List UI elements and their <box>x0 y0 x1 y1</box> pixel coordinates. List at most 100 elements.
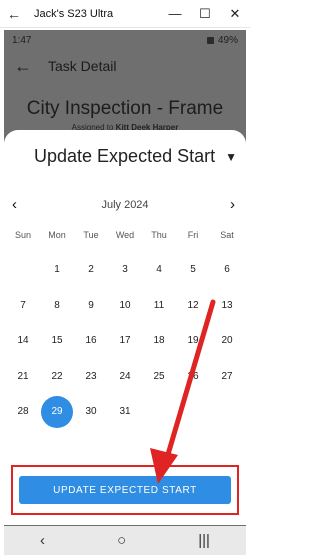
day-cell[interactable]: 19 <box>176 323 210 359</box>
day-number: 22 <box>51 370 63 382</box>
day-cell[interactable]: 1 <box>40 252 74 288</box>
weekday-label: Sun <box>14 230 31 240</box>
day-cell-selected[interactable]: 29 <box>40 394 74 430</box>
day-number: 4 <box>156 264 162 276</box>
day-number: 27 <box>221 370 233 382</box>
day-cell[interactable]: 25 <box>142 359 176 395</box>
app-title: Task Detail <box>48 58 117 74</box>
day-number: 12 <box>187 299 199 311</box>
day-number: 19 <box>187 335 199 347</box>
app-bar: ← Task Detail <box>4 50 246 82</box>
day-number: 20 <box>221 335 233 347</box>
day-cell[interactable]: 4 <box>142 252 176 288</box>
day-number: 24 <box>119 370 131 382</box>
day-number: 10 <box>119 299 131 311</box>
month-label: July 2024 <box>101 199 149 211</box>
day-cell[interactable]: 28 <box>6 394 40 430</box>
day-cell[interactable]: 21 <box>6 359 40 395</box>
day-cell[interactable]: 3 <box>108 252 142 288</box>
sheet-title: Update Expected Start <box>34 146 216 166</box>
weekday-label: Sat <box>220 230 234 240</box>
day-number: 2 <box>88 264 94 276</box>
day-number: 18 <box>153 335 165 347</box>
update-expected-start-button[interactable]: UPDATE EXPECTED START <box>19 476 231 504</box>
day-cell <box>176 394 210 430</box>
month-navigation: July 2024 ‹ › <box>4 196 246 214</box>
battery-level: 49% <box>217 34 238 46</box>
day-number: 17 <box>119 335 131 347</box>
day-number: 6 <box>224 264 230 276</box>
nav-back-icon[interactable]: ‹ <box>40 532 45 549</box>
window-titlebar: ← Jack's S23 Ultra — ☐ ✕ <box>0 0 250 28</box>
day-cell[interactable]: 24 <box>108 359 142 395</box>
day-cell[interactable]: 23 <box>74 359 108 395</box>
day-cell[interactable]: 31 <box>108 394 142 430</box>
day-number: 29 <box>41 395 73 428</box>
task-title: City Inspection - Frame <box>26 98 224 119</box>
nav-home-icon[interactable]: ○ <box>117 532 126 549</box>
nav-recents-icon[interactable]: ||| <box>198 532 210 549</box>
day-number: 16 <box>85 335 97 347</box>
day-cell[interactable]: 5 <box>176 252 210 288</box>
chevron-down-icon[interactable]: ▼ <box>225 150 237 164</box>
day-cell[interactable]: 15 <box>40 323 74 359</box>
maximize-icon[interactable]: ☐ <box>190 0 220 28</box>
weekday-label: Mon <box>48 230 66 240</box>
day-number: 3 <box>122 264 128 276</box>
day-cell <box>210 394 244 430</box>
day-number: 14 <box>17 335 29 347</box>
day-cell[interactable]: 12 <box>176 288 210 324</box>
day-number: 26 <box>187 370 199 382</box>
status-time: 1:47 <box>12 34 32 46</box>
weekday-header: Sun Mon Tue Wed Thu Fri Sat <box>6 230 244 240</box>
annotation-highlight-box: UPDATE EXPECTED START <box>11 465 239 515</box>
day-cell[interactable]: 11 <box>142 288 176 324</box>
status-bar: 1:47 49% <box>4 30 246 50</box>
day-number: 25 <box>153 370 165 382</box>
day-number: 11 <box>153 299 165 311</box>
day-cell[interactable]: 20 <box>210 323 244 359</box>
day-cell[interactable]: 10 <box>108 288 142 324</box>
day-cell[interactable]: 8 <box>40 288 74 324</box>
day-number: 23 <box>85 370 97 382</box>
chevron-right-icon[interactable]: › <box>230 196 235 214</box>
calendar-grid: 1 2 3 4 5 6 7 8 9 10 11 12 13 14 15 16 17 18 19 20 21 22 23 24 2… <box>6 252 244 430</box>
phone-screen: 1:47 49% ← Task Detail City Inspection -… <box>4 30 246 555</box>
day-cell[interactable]: 22 <box>40 359 74 395</box>
minimize-icon[interactable]: — <box>160 0 190 28</box>
window-title: Jack's S23 Ultra <box>34 7 114 20</box>
day-cell[interactable]: 16 <box>74 323 108 359</box>
weekday-label: Fri <box>187 230 199 240</box>
weekday-label: Wed <box>115 230 135 240</box>
close-icon[interactable]: ✕ <box>220 0 250 28</box>
day-cell[interactable]: 13 <box>210 288 244 324</box>
day-number: 15 <box>51 335 63 347</box>
day-cell[interactable]: 17 <box>108 323 142 359</box>
chevron-left-icon[interactable]: ‹ <box>12 196 17 214</box>
day-cell[interactable]: 6 <box>210 252 244 288</box>
day-cell[interactable]: 7 <box>6 288 40 324</box>
day-number: 5 <box>190 264 196 276</box>
day-cell[interactable]: 26 <box>176 359 210 395</box>
day-number: 13 <box>221 299 233 311</box>
day-cell <box>6 252 40 288</box>
day-cell[interactable]: 2 <box>74 252 108 288</box>
day-cell[interactable]: 14 <box>6 323 40 359</box>
weekday-label: Thu <box>151 230 167 240</box>
day-cell[interactable]: 27 <box>210 359 244 395</box>
day-cell[interactable]: 18 <box>142 323 176 359</box>
day-number: 8 <box>54 299 60 311</box>
day-number: 21 <box>17 370 29 382</box>
day-number: 9 <box>88 299 94 311</box>
status-icons: 49% <box>206 34 238 46</box>
day-cell[interactable]: 30 <box>74 394 108 430</box>
day-cell[interactable]: 9 <box>74 288 108 324</box>
day-number: 7 <box>20 299 26 311</box>
back-arrow-icon[interactable]: ← <box>14 56 40 77</box>
day-cell <box>142 394 176 430</box>
window-back-icon[interactable]: ← <box>0 0 28 28</box>
day-number: 1 <box>54 264 60 276</box>
sheet-header[interactable]: Update Expected Start ▼ <box>34 146 244 167</box>
weekday-label: Tue <box>83 230 99 240</box>
day-number: 30 <box>85 406 97 418</box>
